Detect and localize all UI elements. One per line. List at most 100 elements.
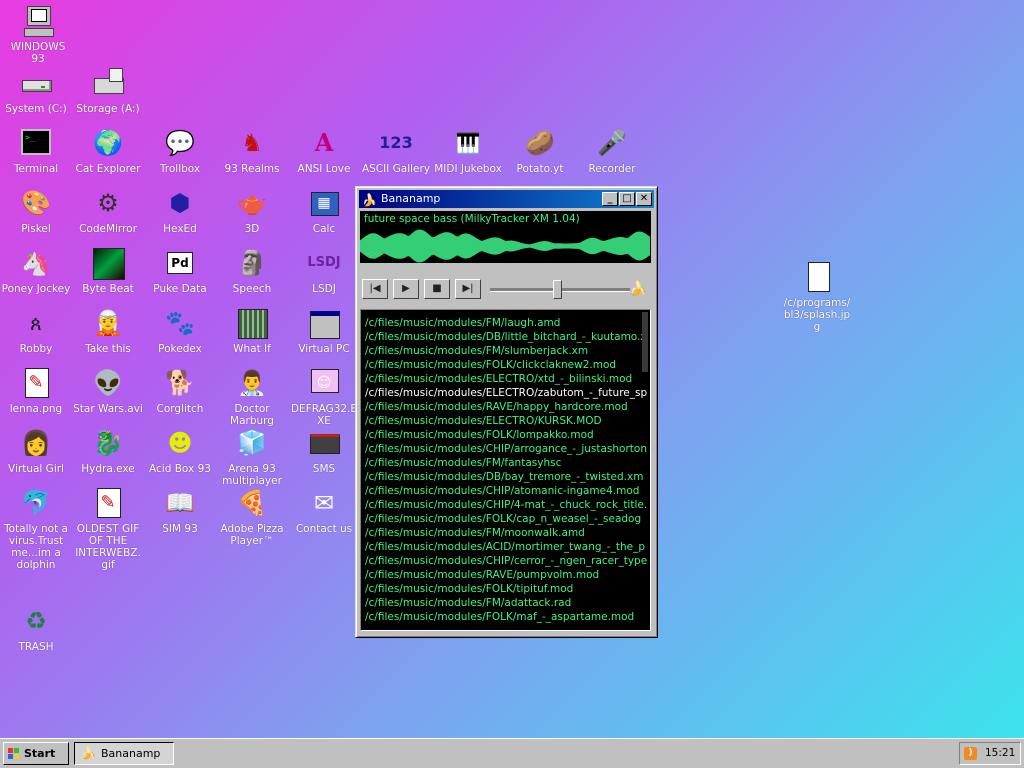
splash-shortcut-icon[interactable]: ↗ /c/programs/bl3/splash.jpg — [781, 260, 853, 333]
playlist-item[interactable]: /c/files/music/modules/CHIP/arrogance_-_… — [365, 442, 647, 456]
minimize-button[interactable]: _ — [602, 192, 618, 206]
poney-jockey-app-icon[interactable]: 🦄 Poney Jockey — [0, 246, 72, 295]
virtual-pc-app-icon[interactable]: Virtual PC — [288, 306, 360, 355]
hydra-app-icon[interactable]: 🐉 Hydra.exe — [72, 426, 144, 475]
icon-label: System (C:) — [5, 103, 67, 115]
playlist-item[interactable]: /c/files/music/modules/RAVE/happy_hardco… — [365, 400, 647, 414]
pizza-player-app-icon[interactable]: 🍕 Adobe Pizza Player™ — [216, 486, 288, 547]
playlist-item[interactable]: /c/files/music/modules/FM/slumberjack.xm — [365, 344, 647, 358]
playlist-item[interactable]: /c/files/music/modules/ELECTRO/zabutom_-… — [365, 386, 647, 400]
lenna-file-icon[interactable]: ✎ lenna.png — [0, 366, 72, 415]
taskbar: Start 🍌 Bananamp ) 15:21 — [0, 738, 1024, 768]
calc-app-icon[interactable]: ▦ Calc — [288, 186, 360, 235]
corgi-icon: 🐕 — [165, 369, 195, 397]
start-button[interactable]: Start — [3, 742, 69, 765]
close-button[interactable]: ✕ — [636, 192, 652, 206]
playlist-item[interactable]: /c/files/music/modules/FOLK/maf_-_aspart… — [365, 610, 647, 624]
arena-app-icon[interactable]: 🧊 Arena 93 multiplayer — [216, 426, 288, 487]
playlist-item[interactable]: /c/files/music/modules/ELECTRO/xtd_-_bil… — [365, 372, 647, 386]
pokedex-app-icon[interactable]: 🐾 Pokedex — [144, 306, 216, 355]
dolphin-icon: 🐬 — [21, 489, 51, 517]
potato-app-icon[interactable]: 🥔 Potato.yt — [504, 126, 576, 175]
smiley-icon: ☻ — [167, 429, 193, 457]
trash-icon-item[interactable]: ♻ TRASH — [0, 604, 72, 653]
playlist-item[interactable]: /c/files/music/modules/ELECTRO/KURSK.MOD — [365, 414, 647, 428]
midi-jukebox-app-icon[interactable]: 🎹 MIDI Jukebox — [432, 126, 504, 175]
previous-button[interactable]: |◀ — [362, 279, 388, 299]
byte-beat-app-icon[interactable]: Byte Beat — [72, 246, 144, 295]
defrag-app-icon[interactable]: ☺ DEFRAG32.EXE — [288, 366, 360, 427]
rss-icon[interactable]: ) — [964, 747, 977, 760]
banana-icon: 🍌 — [81, 746, 96, 760]
playlist-item[interactable]: /c/files/music/modules/DB/little_bitchar… — [365, 330, 647, 344]
puke-data-app-icon[interactable]: Pd Puke Data — [144, 246, 216, 295]
doctor-marburg-app-icon[interactable]: 👨‍⚕️ Doctor Marburg — [216, 366, 288, 427]
stop-button[interactable]: ■ — [424, 279, 450, 299]
playlist-item[interactable]: /c/files/music/modules/FOLK/clickclaknew… — [365, 358, 647, 372]
sim93-app-icon[interactable]: 📖 SIM 93 — [144, 486, 216, 535]
icon-label: What If — [233, 343, 271, 355]
seek-slider-handle[interactable] — [553, 280, 563, 299]
playlist-item[interactable]: /c/files/music/modules/ACID/mortimer_twa… — [365, 540, 647, 554]
letter-pen-icon: ✉ — [313, 489, 335, 517]
star-wars-file-icon[interactable]: 👽 Star Wars.avi — [72, 366, 144, 415]
robby-app-icon[interactable]: ጰ Robby — [0, 306, 72, 355]
doctor-icon: 👨‍⚕️ — [237, 369, 267, 397]
gif-file-icon: ✎ — [91, 486, 125, 520]
playlist-item[interactable]: /c/files/music/modules/DB/bay_tremore_-_… — [365, 470, 647, 484]
oldest-gif-file-icon[interactable]: ✎ OLDEST GIF OF THE INTERWEBZ.gif — [72, 486, 144, 571]
maximize-button[interactable]: □ — [619, 192, 635, 206]
realms-app-icon[interactable]: ♞ 93 Realms — [216, 126, 288, 175]
letter-a-icon: A — [314, 128, 334, 157]
playlist-item[interactable]: /c/files/music/modules/RAVE/pumpvolm.mod — [365, 568, 647, 582]
codemirror-app-icon[interactable]: ⚙ CodeMirror — [72, 186, 144, 235]
playlist-item[interactable]: /c/files/music/modules/CHIP/4-mat_-_chuc… — [365, 498, 647, 512]
sms-app-icon[interactable]: SMS — [288, 426, 360, 475]
icon-label: Star Wars.avi — [73, 403, 143, 415]
virtual-girl-app-icon[interactable]: 👩 Virtual Girl — [0, 426, 72, 475]
take-this-app-icon[interactable]: 🧝 Take this — [72, 306, 144, 355]
what-if-app-icon[interactable]: What If — [216, 306, 288, 355]
playlist-item[interactable]: /c/files/music/modules/CHIP/atomanic-ing… — [365, 484, 647, 498]
acid-box-app-icon[interactable]: ☻ Acid Box 93 — [144, 426, 216, 475]
hexed-app-icon[interactable]: ⬢ HexEd — [144, 186, 216, 235]
dragon-icon: 🐉 — [93, 429, 123, 457]
icon-label: Byte Beat — [82, 283, 134, 295]
playlist[interactable]: /c/files/music/modules/FM/laugh.amd/c/fi… — [360, 309, 651, 631]
taskbar-item-bananamp[interactable]: 🍌 Bananamp — [74, 742, 174, 765]
playlist-item[interactable]: /c/files/music/modules/FOLK/lompakko.mod — [365, 428, 647, 442]
trollbox-app-icon[interactable]: 💬 Trollbox — [144, 126, 216, 175]
speech-app-icon[interactable]: 🗿 Speech — [216, 246, 288, 295]
pd-box-icon: Pd — [163, 246, 197, 280]
recorder-app-icon[interactable]: 🎤 Recorder — [576, 126, 648, 175]
corglitch-app-icon[interactable]: 🐕 Corglitch — [144, 366, 216, 415]
playlist-scrollbar[interactable] — [642, 312, 648, 372]
playlist-item[interactable]: /c/files/music/modules/FM/fantasyhsc — [365, 456, 647, 470]
lsdj-app-icon[interactable]: LSDJ LSDJ — [288, 246, 360, 295]
window-title: Bananamp — [381, 192, 441, 205]
recycle-bin-icon: ♻ — [25, 607, 47, 635]
ansi-love-app-icon[interactable]: A ANSI Love — [288, 126, 360, 175]
icon-label: Virtual PC — [298, 343, 350, 355]
piskel-app-icon[interactable]: 🎨 Piskel — [0, 186, 72, 235]
playlist-item[interactable]: /c/files/music/modules/FM/moonwalk.amd — [365, 526, 647, 540]
playlist-item[interactable]: /c/files/music/modules/FOLK/tipituf.mod — [365, 582, 647, 596]
cat-explorer-app-icon[interactable]: 🌍 Cat Explorer — [72, 126, 144, 175]
ascii-gallery-app-icon[interactable]: 123 ASCII Gallery — [360, 126, 432, 175]
playlist-item[interactable]: /c/files/music/modules/FM/adattack.rad — [365, 596, 647, 610]
3d-app-icon[interactable]: 🫖 3D — [216, 186, 288, 235]
contact-app-icon[interactable]: ✉ Contact us — [288, 486, 360, 535]
bananamp-window[interactable]: 🍌 Bananamp _ □ ✕ future space bass (Milk… — [355, 186, 658, 638]
play-button[interactable]: ▶ — [393, 279, 419, 299]
window-titlebar[interactable]: 🍌 Bananamp _ □ ✕ — [359, 190, 654, 208]
dolphin-shortcut-icon[interactable]: 🐬 Totally not a virus.Trust me...im a do… — [0, 486, 72, 571]
storage-drive-icon[interactable]: Storage (A:) — [72, 66, 144, 115]
playlist-item[interactable]: /c/files/music/modules/CHIP/cerror_-_nge… — [365, 554, 647, 568]
playlist-item[interactable]: /c/files/music/modules/FM/laugh.amd — [365, 316, 647, 330]
playlist-item[interactable]: /c/files/music/modules/FOLK/cap_n_weasel… — [365, 512, 647, 526]
next-button[interactable]: ▶| — [455, 279, 481, 299]
terminal-app-icon[interactable]: >_ Terminal — [0, 126, 72, 175]
system-drive-icon[interactable]: System (C:) — [0, 66, 72, 115]
cube-icon: ⬢ — [169, 189, 191, 217]
windows93-icon[interactable]: WINDOWS 93 — [2, 4, 74, 65]
